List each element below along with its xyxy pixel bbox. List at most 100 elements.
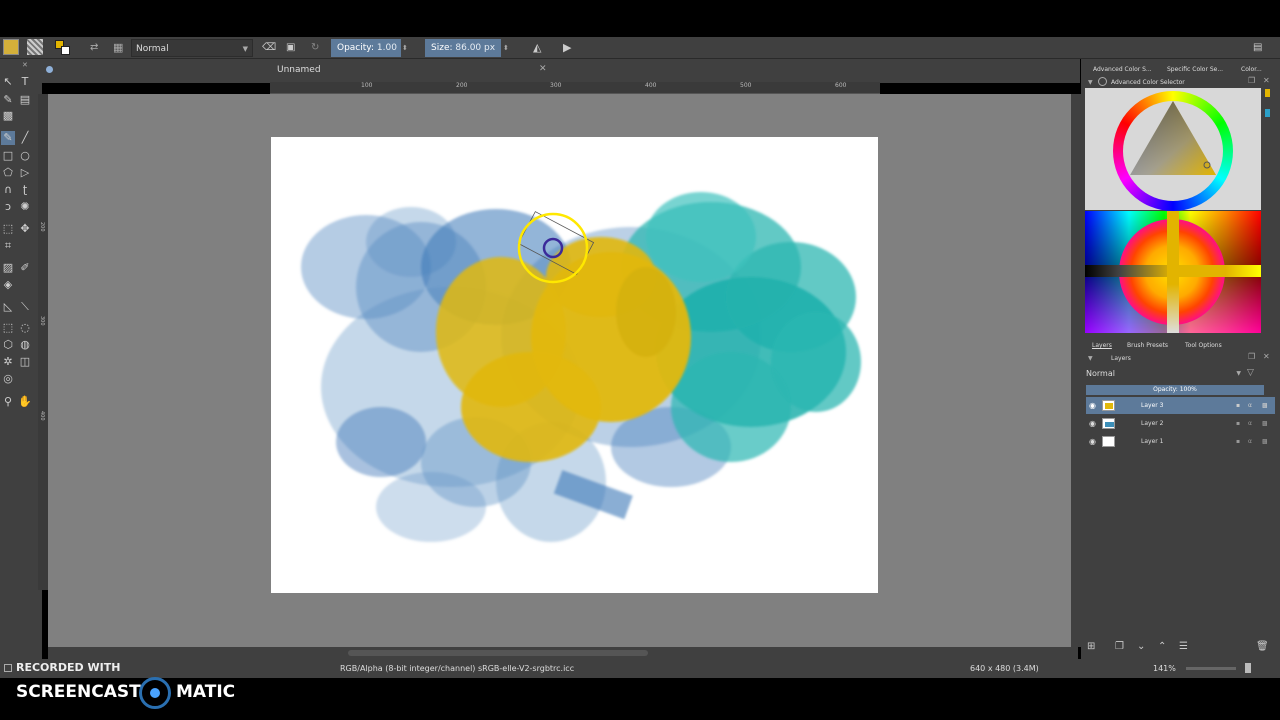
blend-mode-select[interactable]: Normal ▼ [131,39,253,57]
size-stepper-icon[interactable]: ⬍ [503,39,509,57]
polyline-tool-icon[interactable]: ▷ [18,166,32,180]
horizontal-scrollbar[interactable] [48,647,1078,659]
grid-icon[interactable]: ▦ [113,39,123,57]
edit-shapes-icon[interactable]: ✎ [1,93,15,107]
tab-layers[interactable]: Layers [1092,342,1112,349]
brush-preset-swatch[interactable] [27,39,43,55]
multibrush-icon[interactable]: ✺ [18,200,32,214]
color-square-selector[interactable] [1085,211,1261,333]
layer-row[interactable]: ◉ Layer 2 ▪ α ▩ [1086,415,1275,432]
color-picker-icon[interactable]: ✐ [18,261,32,275]
lock-icon[interactable]: ▪ [1236,433,1240,450]
toolbox-close-icon[interactable]: ✕ [22,61,28,69]
tab-advanced-color-selector[interactable]: Advanced Color S... [1093,66,1152,73]
gradient-tool-icon[interactable]: ▨ [1,261,15,275]
document-tab-title[interactable]: Unnamed [277,65,321,75]
eye-icon[interactable]: ◉ [1089,397,1096,414]
freehand-select-icon[interactable]: ◍ [18,338,32,352]
collapse-icon[interactable]: ▼ [1088,355,1093,362]
rect-select-icon[interactable]: ⬚ [1,321,15,335]
calligraphy-icon[interactable]: ▤ [18,93,32,107]
lock-icon[interactable]: ▪ [1236,397,1240,414]
inherit-alpha-icon[interactable]: ▩ [1262,433,1268,450]
color-triangle[interactable] [1128,99,1218,179]
filter-icon[interactable]: ▽ [1247,368,1254,378]
pan-tool-icon[interactable]: ✋ [18,395,32,409]
collapse-icon[interactable]: ▼ [1088,79,1093,86]
reload-preset-icon[interactable]: ↻ [311,39,319,57]
canvas-paper[interactable] [271,137,878,593]
swap-colors-icon[interactable]: ⇄ [90,39,98,57]
opacity-stepper-icon[interactable]: ⬍ [402,39,408,57]
tab-color[interactable]: Color... [1241,66,1262,73]
delete-layer-icon[interactable]: 🗑 [1256,641,1269,652]
freehand-brush-icon[interactable]: ✎ [1,131,15,145]
crop-tool-icon[interactable]: ⌗ [1,239,15,253]
zoom-slider[interactable] [1186,667,1236,670]
pattern-icon[interactable]: ▩ [1,109,15,123]
mirror-horizontal-icon[interactable]: ◭ [533,39,541,57]
layer-properties-icon[interactable]: ☰ [1179,641,1188,652]
document-tab-close-icon[interactable]: ✕ [539,64,547,74]
bezier-select-icon[interactable]: ◎ [1,372,15,386]
assistant-tool-icon[interactable]: ◺ [1,300,15,314]
line-tool-icon[interactable]: ╱ [18,131,32,145]
fg-bg-color-icon[interactable] [55,40,71,56]
alpha-icon[interactable]: α [1248,415,1252,432]
dynamic-brush-icon[interactable]: ↄ [1,200,15,214]
mirror-vertical-icon[interactable]: ▶ [563,39,571,57]
toolbox: ↖ T ✎ ▤ ▩ ✎ ╱ □ ○ ⬠ ▷ ∩ ʈ ↄ ✺ ⬚ ✥ ⌗ ▨ ✐ … [0,59,42,660]
text-tool-icon[interactable]: T [18,75,32,89]
close-panel-icon[interactable]: ✕ [1263,352,1270,361]
inherit-alpha-icon[interactable]: ▩ [1262,415,1268,432]
layer-blend-mode-select[interactable]: Normal ▼ [1086,369,1241,381]
ruler-tick: 500 [740,82,752,89]
tab-specific-color-selector[interactable]: Specific Color Se... [1167,66,1223,73]
vertical-scrollbar[interactable] [1071,94,1081,647]
close-panel-icon[interactable]: ✕ [1263,76,1270,85]
inherit-alpha-icon[interactable]: ▩ [1262,397,1268,414]
scroll-thumb[interactable] [348,650,648,656]
contiguous-select-icon[interactable]: ✲ [1,355,15,369]
move-layer-down-icon[interactable]: ⌄ [1137,641,1145,652]
polygon-tool-icon[interactable]: ⬠ [1,166,15,180]
alpha-icon[interactable]: α [1248,433,1252,450]
move-layer-up-icon[interactable]: ⌃ [1158,641,1166,652]
tab-brush-presets[interactable]: Brush Presets [1127,342,1168,349]
opacity-slider[interactable]: Opacity: 1.00 [331,39,401,57]
zoom-level[interactable]: 141% [1153,659,1176,678]
similar-select-icon[interactable]: ◫ [18,355,32,369]
polygon-select-icon[interactable]: ⬡ [1,338,15,352]
zoom-tool-icon[interactable]: ⚲ [1,395,15,409]
bezier-tool-icon[interactable]: ∩ [1,183,15,197]
size-slider[interactable]: Size: 86.00 px [425,39,501,57]
alpha-lock-icon[interactable]: ▣ [286,39,295,57]
tab-tool-options[interactable]: Tool Options [1185,342,1222,349]
lock-icon[interactable]: ▪ [1236,415,1240,432]
float-panel-icon[interactable]: ❐ [1248,76,1255,85]
fill-tool-icon[interactable]: ◈ [1,278,15,292]
transform-tool-icon[interactable]: ⬚ [1,222,15,236]
select-shapes-icon[interactable]: ↖ [1,75,15,89]
workspace-icon[interactable]: ▤ [1253,39,1262,57]
layer-row[interactable]: ◉ Layer 1 ▪ α ▩ [1086,433,1275,450]
ellipse-tool-icon[interactable]: ○ [18,149,32,163]
rectangle-tool-icon[interactable]: □ [1,149,15,163]
eraser-icon[interactable]: ⌫ [262,39,276,57]
layer-opacity-slider[interactable]: Opacity: 100% [1086,385,1264,395]
freehand-path-icon[interactable]: ʈ [18,183,32,197]
eye-icon[interactable]: ◉ [1089,415,1096,432]
layer-row[interactable]: ◉ Layer 3 ▪ α ▩ [1086,397,1275,414]
move-tool-icon[interactable]: ✥ [18,222,32,236]
ruler-tick: 200 [39,222,45,232]
duplicate-layer-icon[interactable]: ❐ [1115,641,1124,652]
fg-color-swatch[interactable] [3,39,19,55]
alpha-icon[interactable]: α [1248,397,1252,414]
eye-icon[interactable]: ◉ [1089,433,1096,450]
zoom-slider-handle[interactable] [1245,663,1251,673]
add-layer-icon[interactable]: ⊞ [1087,641,1095,652]
float-panel-icon[interactable]: ❐ [1248,352,1255,361]
canvas-area[interactable] [48,94,1071,647]
measure-tool-icon[interactable]: ⟍ [18,300,32,314]
ellipse-select-icon[interactable]: ◌ [18,321,32,335]
